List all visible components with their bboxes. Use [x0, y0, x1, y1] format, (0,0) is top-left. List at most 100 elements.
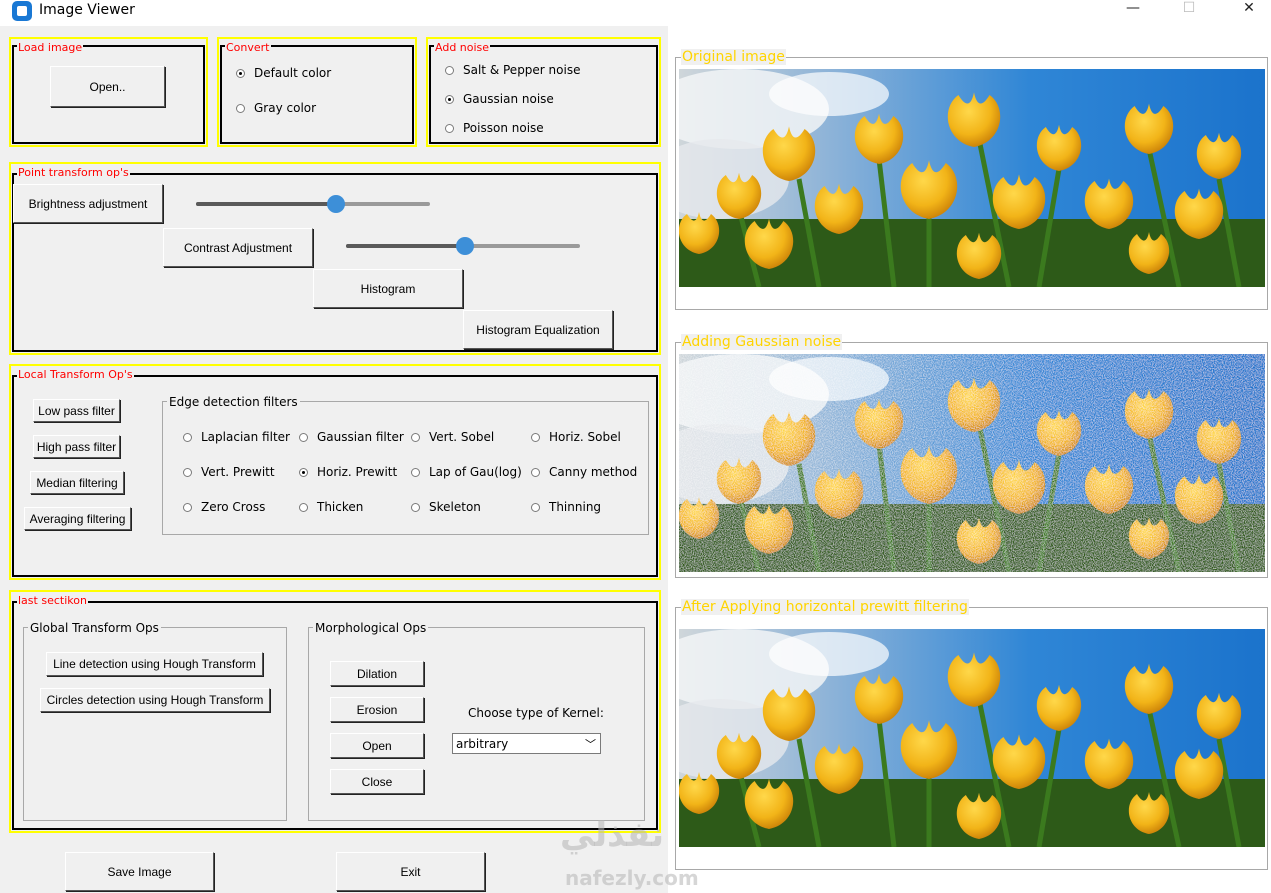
slider-fill	[196, 202, 337, 206]
original-image	[679, 69, 1265, 287]
averaging-button[interactable]: Averaging filtering	[24, 507, 131, 530]
radio-edge-filter[interactable]: Gaussian filter	[299, 430, 404, 444]
radio-label: Skeleton	[429, 500, 481, 514]
radio-default-color[interactable]: Default color	[236, 66, 331, 80]
slider-fill	[346, 244, 466, 248]
radio-poisson-noise[interactable]: Poisson noise	[445, 121, 544, 135]
open-morph-button[interactable]: Open	[330, 733, 424, 758]
watermark-arabic: نفذلي	[560, 815, 665, 855]
radio-edge-filter[interactable]: Horiz. Sobel	[531, 430, 621, 444]
exit-button[interactable]: Exit	[336, 852, 485, 891]
radio-indicator	[531, 502, 540, 512]
radio-indicator	[236, 68, 245, 78]
high-pass-button[interactable]: High pass filter	[33, 435, 120, 458]
radio-indicator	[411, 467, 420, 477]
tulip-image-noisy	[679, 354, 1265, 572]
radio-label: Vert. Prewitt	[201, 465, 275, 479]
radio-label: Thinning	[549, 500, 602, 514]
tulip-image-filtered	[679, 629, 1265, 847]
radio-label: Salt & Pepper noise	[463, 63, 581, 77]
open-button[interactable]: Open..	[50, 66, 165, 107]
erosion-button[interactable]: Erosion	[330, 697, 424, 722]
chevron-down-icon: ﹀	[585, 738, 596, 751]
radio-edge-filter[interactable]: Laplacian filter	[183, 430, 290, 444]
histogram-equalization-button[interactable]: Histogram Equalization	[463, 310, 613, 349]
noisy-image	[679, 354, 1265, 572]
app-icon	[12, 1, 32, 21]
radio-indicator	[299, 467, 308, 477]
radio-label: Horiz. Prewitt	[317, 465, 398, 479]
watermark-latin: nafezly.com	[565, 866, 699, 890]
edge-detection-label: Edge detection filters	[167, 395, 300, 409]
histogram-button[interactable]: Histogram	[313, 269, 463, 308]
original-image-label: Original image	[681, 49, 786, 65]
radio-indicator	[299, 432, 308, 442]
circle-detection-button[interactable]: Circles detection using Hough Transform	[40, 688, 270, 712]
radio-indicator	[445, 94, 454, 104]
line-detection-button[interactable]: Line detection using Hough Transform	[46, 652, 263, 676]
radio-indicator	[411, 432, 420, 442]
radio-indicator	[236, 103, 245, 113]
filtered-image-label: After Applying horizontal prewitt filter…	[681, 599, 969, 615]
contrast-slider[interactable]	[346, 237, 580, 255]
radio-label: Gaussian noise	[463, 92, 554, 106]
radio-edge-filter[interactable]: Canny method	[531, 465, 637, 479]
radio-label: Gaussian filter	[317, 430, 404, 444]
radio-label: Lap of Gau(log)	[429, 465, 522, 479]
radio-label: Vert. Sobel	[429, 430, 495, 444]
minimize-button[interactable]: —	[1110, 0, 1156, 18]
radio-edge-filter[interactable]: Thinning	[531, 500, 601, 514]
kernel-label: Choose type of Kernel:	[468, 706, 604, 720]
maximize-button[interactable]: ☐	[1166, 0, 1212, 18]
dilation-button[interactable]: Dilation	[330, 661, 424, 686]
radio-indicator	[183, 502, 192, 512]
contrast-button[interactable]: Contrast Adjustment	[163, 228, 313, 267]
point-transform-label: Point transform op's	[17, 166, 130, 179]
median-button[interactable]: Median filtering	[30, 471, 124, 494]
radio-indicator	[445, 123, 454, 133]
last-section-label: last sectikon	[17, 594, 88, 607]
close-morph-button[interactable]: Close	[330, 769, 424, 794]
radio-gray-color[interactable]: Gray color	[236, 101, 316, 115]
radio-indicator	[531, 467, 540, 477]
tulip-image	[679, 69, 1265, 287]
add-noise-label: Add noise	[434, 41, 491, 54]
radio-indicator	[531, 432, 540, 442]
morphological-label: Morphological Ops	[313, 621, 429, 635]
radio-label: Gray color	[254, 101, 317, 115]
brightness-button[interactable]: Brightness adjustment	[13, 184, 163, 223]
window-title: Image Viewer	[39, 2, 135, 18]
radio-edge-filter[interactable]: Vert. Prewitt	[183, 465, 275, 479]
radio-indicator	[183, 432, 192, 442]
brightness-slider[interactable]	[196, 195, 430, 213]
radio-label: Canny method	[549, 465, 638, 479]
radio-indicator	[299, 502, 308, 512]
global-transform-label: Global Transform Ops	[28, 621, 161, 635]
radio-edge-filter[interactable]: Thicken	[299, 500, 363, 514]
radio-salt-pepper[interactable]: Salt & Pepper noise	[445, 63, 580, 77]
radio-label: Poisson noise	[463, 121, 544, 135]
kernel-select-value: arbitrary	[456, 736, 509, 751]
radio-edge-filter[interactable]: Vert. Sobel	[411, 430, 494, 444]
load-image-label: Load image	[17, 41, 84, 54]
close-button[interactable]: ✕	[1226, 0, 1271, 18]
radio-label: Zero Cross	[201, 500, 266, 514]
radio-edge-filter[interactable]: Skeleton	[411, 500, 481, 514]
convert-label: Convert	[225, 41, 271, 54]
radio-edge-filter[interactable]: Lap of Gau(log)	[411, 465, 522, 479]
save-image-button[interactable]: Save Image	[65, 852, 214, 891]
radio-indicator	[183, 467, 192, 477]
radio-edge-filter[interactable]: Horiz. Prewitt	[299, 465, 397, 479]
noisy-image-label: Adding Gaussian noise	[681, 334, 843, 350]
radio-label: Horiz. Sobel	[549, 430, 621, 444]
radio-label: Laplacian filter	[201, 430, 290, 444]
kernel-select[interactable]: arbitrary ﹀	[452, 733, 601, 754]
low-pass-button[interactable]: Low pass filter	[33, 399, 120, 422]
radio-label: Thicken	[317, 500, 364, 514]
radio-gaussian-noise[interactable]: Gaussian noise	[445, 92, 554, 106]
title-bar	[0, 0, 1271, 26]
radio-label: Default color	[254, 66, 332, 80]
radio-indicator	[411, 502, 420, 512]
radio-edge-filter[interactable]: Zero Cross	[183, 500, 265, 514]
filtered-image	[679, 629, 1265, 847]
